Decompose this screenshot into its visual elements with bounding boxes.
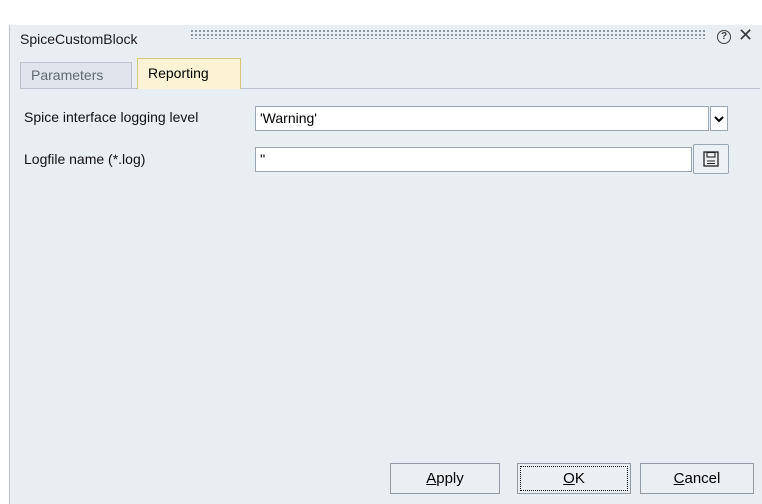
window-title: SpiceCustomBlock <box>20 31 138 47</box>
ok-label-rest: K <box>574 470 585 487</box>
apply-button[interactable]: Apply <box>390 463 500 494</box>
logfile-label: Logfile name (*.log) <box>24 151 146 167</box>
apply-label-rest: pply <box>436 470 464 487</box>
cancel-mnemonic: C <box>673 470 685 487</box>
browse-save-button[interactable] <box>693 144 729 174</box>
apply-mnemonic: A <box>426 470 437 487</box>
tab-parameters[interactable]: Parameters <box>20 62 132 88</box>
logfile-input[interactable]: '' <box>255 147 692 172</box>
logging-level-dropdown-button[interactable] <box>710 106 728 131</box>
cancel-label-rest: ancel <box>684 470 721 487</box>
help-icon[interactable]: ? <box>717 30 731 44</box>
close-icon[interactable]: ✕ <box>738 25 753 46</box>
logging-level-select[interactable]: 'Warning' <box>255 106 709 131</box>
logging-level-label: Spice interface logging level <box>24 109 199 125</box>
dialog-panel: SpiceCustomBlock ? ✕ Parameters Reportin… <box>9 25 762 504</box>
drag-handle[interactable] <box>190 29 706 39</box>
ok-button[interactable]: OK <box>517 463 631 494</box>
ok-mnemonic: O <box>563 470 575 487</box>
cancel-button[interactable]: Cancel <box>640 463 754 494</box>
save-icon <box>703 151 719 167</box>
tab-reporting[interactable]: Reporting <box>137 58 241 89</box>
chevron-down-icon <box>714 116 724 123</box>
tab-strip: Parameters Reporting <box>20 58 760 89</box>
